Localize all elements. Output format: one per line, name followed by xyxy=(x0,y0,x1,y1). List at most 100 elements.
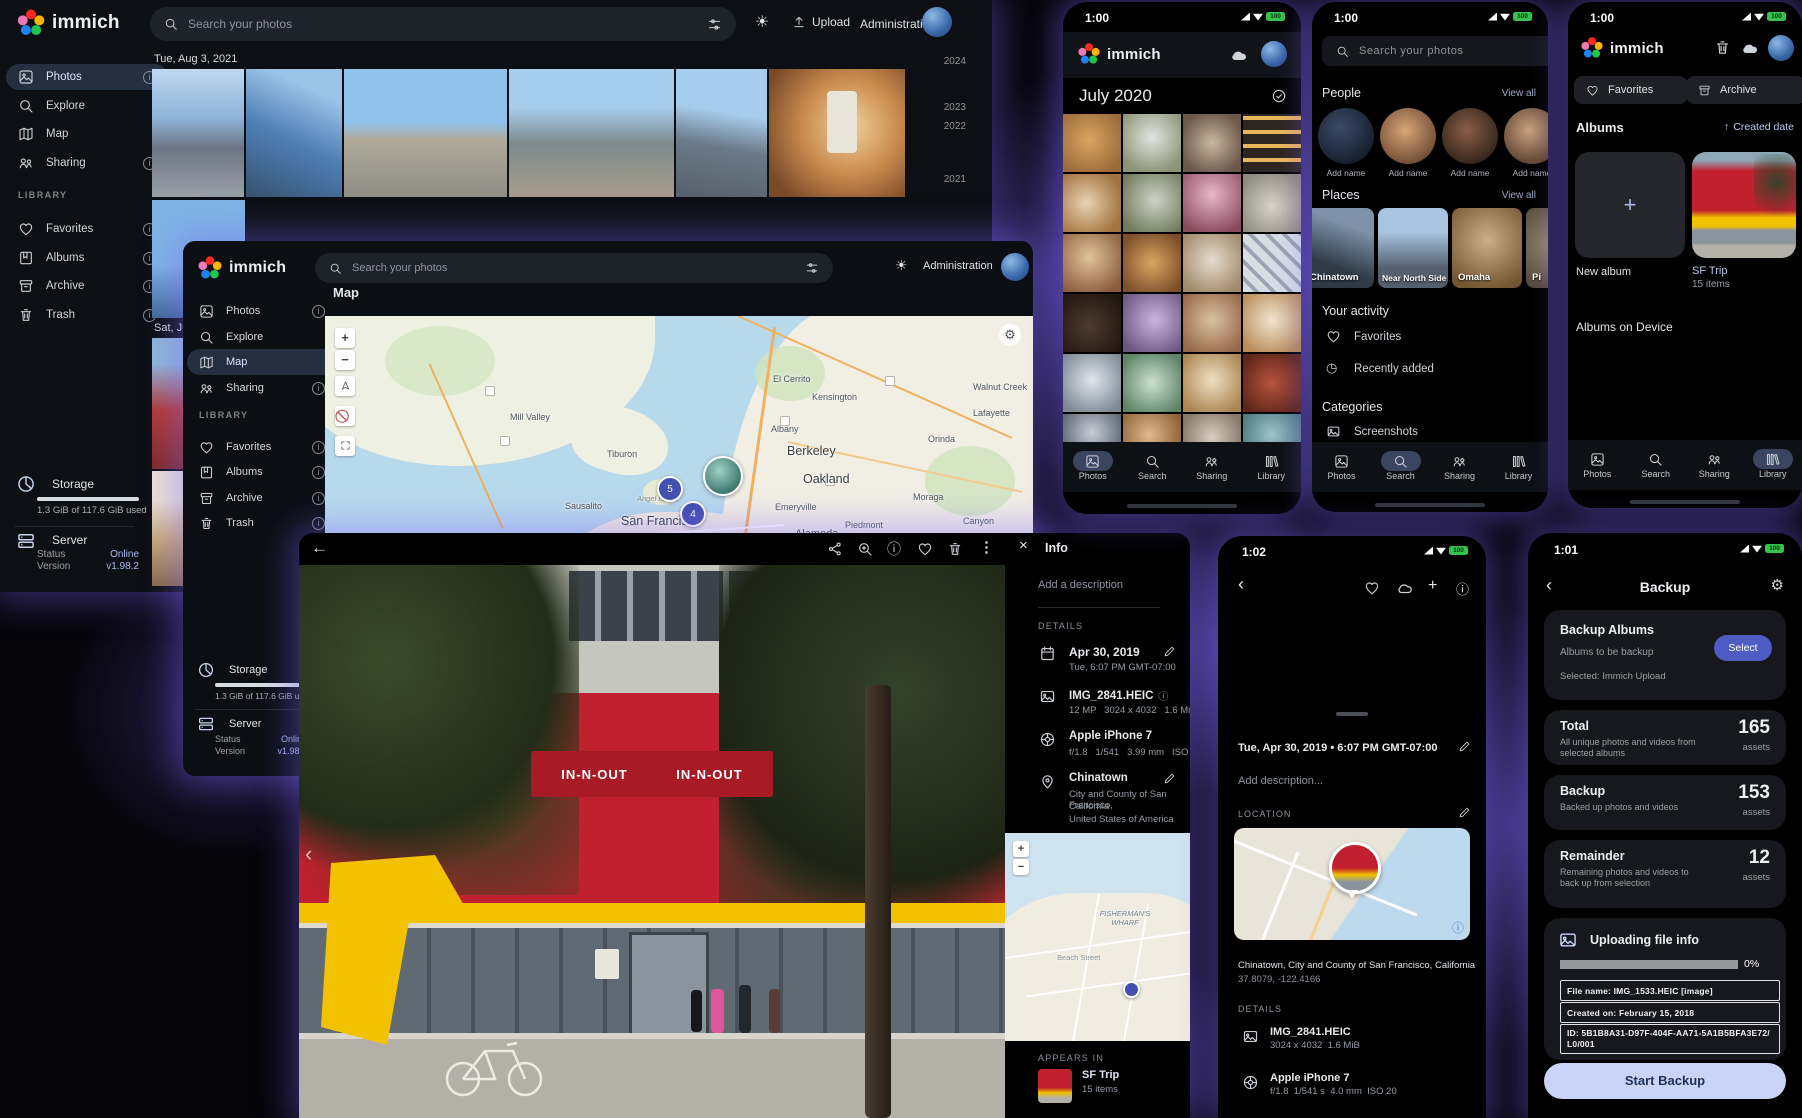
favorite-heart-icon[interactable] xyxy=(1364,580,1380,596)
locate-button[interactable] xyxy=(335,376,355,396)
nav-search[interactable]: Search xyxy=(1374,454,1428,481)
cloud-sync-icon[interactable] xyxy=(1740,38,1760,58)
settings-gear-icon[interactable]: ⚙ xyxy=(1771,576,1784,594)
photo-thumbnail[interactable] xyxy=(1183,174,1241,232)
sidebar-item-sharing[interactable]: Sharingi xyxy=(187,375,337,401)
place-card[interactable]: Near North Side xyxy=(1378,208,1448,288)
sidebar-item-trash[interactable]: Trashi xyxy=(6,302,168,328)
screenshots-row[interactable]: Screenshots xyxy=(1354,426,1418,438)
photo-thumbnail[interactable] xyxy=(509,69,674,197)
map-info-icon[interactable]: ⓘ xyxy=(1452,919,1464,936)
sidebar-item-photos[interactable]: Photosi xyxy=(187,298,337,324)
select-all-check-icon[interactable] xyxy=(1271,88,1287,104)
search-bar[interactable]: Search your photos xyxy=(150,7,736,41)
photo-thumbnail[interactable] xyxy=(1123,114,1181,172)
edit-pencil-icon[interactable] xyxy=(1163,772,1176,785)
fullscreen-button[interactable] xyxy=(335,436,355,456)
sidebar-item-albums[interactable]: Albumsi xyxy=(6,245,168,271)
nav-photos[interactable]: Photos xyxy=(1315,454,1369,481)
archive-button[interactable]: Archive xyxy=(1686,76,1802,104)
place-card[interactable]: Chinatown xyxy=(1312,208,1374,288)
more-options-icon[interactable]: ⋮ xyxy=(979,538,994,556)
edit-pencil-icon[interactable] xyxy=(1458,740,1471,753)
album-card-sf-trip[interactable] xyxy=(1692,152,1796,258)
sidebar-item-explore[interactable]: Explore xyxy=(6,93,168,119)
location-map-card[interactable]: ⓘ xyxy=(1234,828,1470,940)
sidebar-item-archive[interactable]: Archivei xyxy=(6,273,168,299)
cloud-sync-icon[interactable] xyxy=(1229,45,1249,65)
new-album-card[interactable]: + xyxy=(1575,152,1685,258)
photo-thumbnail[interactable] xyxy=(676,69,767,197)
favorites-row[interactable]: Favorites xyxy=(1354,331,1401,343)
back-chevron[interactable]: ‹ xyxy=(1238,574,1244,595)
photo-thumbnail[interactable] xyxy=(1243,294,1301,352)
album-link-row[interactable]: SF Trip 15 items xyxy=(1038,1069,1119,1103)
info-icon[interactable]: i xyxy=(312,441,325,454)
people-view-all[interactable]: View all xyxy=(1502,88,1536,99)
face-avatar[interactable] xyxy=(1442,108,1498,164)
places-view-all[interactable]: View all xyxy=(1502,190,1536,201)
minimap-zoom-in[interactable]: + xyxy=(1013,841,1029,857)
zoom-in-button[interactable]: + xyxy=(335,328,355,348)
add-name-label[interactable]: Add name xyxy=(1380,168,1436,178)
theme-toggle-sun-icon[interactable]: ☀ xyxy=(895,257,908,274)
add-name-label[interactable]: Add name xyxy=(1504,168,1548,178)
photo-thumbnail[interactable] xyxy=(1063,354,1121,412)
add-name-label[interactable]: Add name xyxy=(1442,168,1498,178)
nav-library[interactable]: Library xyxy=(1492,454,1546,481)
home-indicator[interactable] xyxy=(1127,504,1237,508)
photo-thumbnail[interactable] xyxy=(1183,354,1241,412)
info-icon[interactable]: i xyxy=(312,492,325,505)
nav-sharing[interactable]: Sharing xyxy=(1433,454,1487,481)
sidebar-item-archive[interactable]: Archivei xyxy=(187,485,337,511)
nav-library[interactable]: Library xyxy=(1746,452,1800,479)
layers-off-button[interactable]: ⃠ xyxy=(335,406,355,426)
photo-thumbnail[interactable] xyxy=(1063,234,1121,292)
sidebar-item-map[interactable]: Map xyxy=(187,349,337,375)
trash-icon[interactable] xyxy=(1714,39,1731,56)
add-to-album-plus-icon[interactable]: + xyxy=(1428,577,1437,595)
sidebar-item-photos[interactable]: Photosi xyxy=(6,64,168,90)
sidebar-item-favorites[interactable]: Favoritesi xyxy=(187,434,337,460)
photo-thumbnail[interactable] xyxy=(344,69,507,197)
home-indicator[interactable] xyxy=(1375,503,1485,507)
zoom-icon[interactable] xyxy=(857,541,873,557)
add-description-field[interactable]: Add description... xyxy=(1238,775,1323,787)
nav-library[interactable]: Library xyxy=(1244,454,1298,481)
theme-toggle-sun-icon[interactable]: ☀ xyxy=(755,12,769,32)
zoom-out-button[interactable]: − xyxy=(335,350,355,370)
file-info-icon[interactable]: ⓘ xyxy=(1158,688,1168,703)
administration-link[interactable]: Administration xyxy=(923,260,993,272)
cloud-backup-icon[interactable] xyxy=(1396,579,1414,597)
photo-thumbnail[interactable] xyxy=(1243,114,1301,172)
photo-thumbnail[interactable] xyxy=(1123,174,1181,232)
add-description-field[interactable]: Add a description xyxy=(1038,579,1123,591)
face-avatar[interactable] xyxy=(1318,108,1374,164)
avatar[interactable] xyxy=(1768,35,1794,61)
photo-map-marker[interactable] xyxy=(703,456,743,496)
start-backup-button[interactable]: Start Backup xyxy=(1544,1063,1786,1099)
sheet-drag-handle[interactable] xyxy=(1336,712,1368,716)
info-icon[interactable]: i xyxy=(312,517,325,530)
photo-thumbnail[interactable] xyxy=(1123,294,1181,352)
edit-pencil-icon[interactable] xyxy=(1163,645,1176,658)
photo-thumbnail[interactable] xyxy=(1063,174,1121,232)
place-card[interactable]: Pi xyxy=(1526,208,1548,288)
favorites-button[interactable]: Favorites xyxy=(1574,76,1688,104)
info-icon[interactable]: i xyxy=(312,382,325,395)
home-indicator[interactable] xyxy=(1630,500,1740,504)
add-name-label[interactable]: Add name xyxy=(1318,168,1374,178)
photo-thumbnail[interactable] xyxy=(769,69,905,197)
map-cluster-marker[interactable]: 4 xyxy=(680,501,706,527)
sidebar-item-sharing[interactable]: Sharingi xyxy=(6,150,168,176)
info-circle-icon[interactable]: ⓘ xyxy=(1456,579,1469,598)
nav-search[interactable]: Search xyxy=(1125,454,1179,481)
sidebar-item-explore[interactable]: Explore xyxy=(187,324,337,350)
avatar[interactable] xyxy=(922,7,952,37)
photo-thumbnail[interactable] xyxy=(1243,174,1301,232)
location-minimap[interactable]: FISHERMAN'S WHARF Beach Street + − xyxy=(1005,833,1190,1041)
filter-icon[interactable] xyxy=(805,261,819,275)
map-cluster-marker[interactable]: 5 xyxy=(657,476,683,502)
photo-thumbnail[interactable] xyxy=(246,69,342,197)
sidebar-item-favorites[interactable]: Favoritesi xyxy=(6,216,168,242)
